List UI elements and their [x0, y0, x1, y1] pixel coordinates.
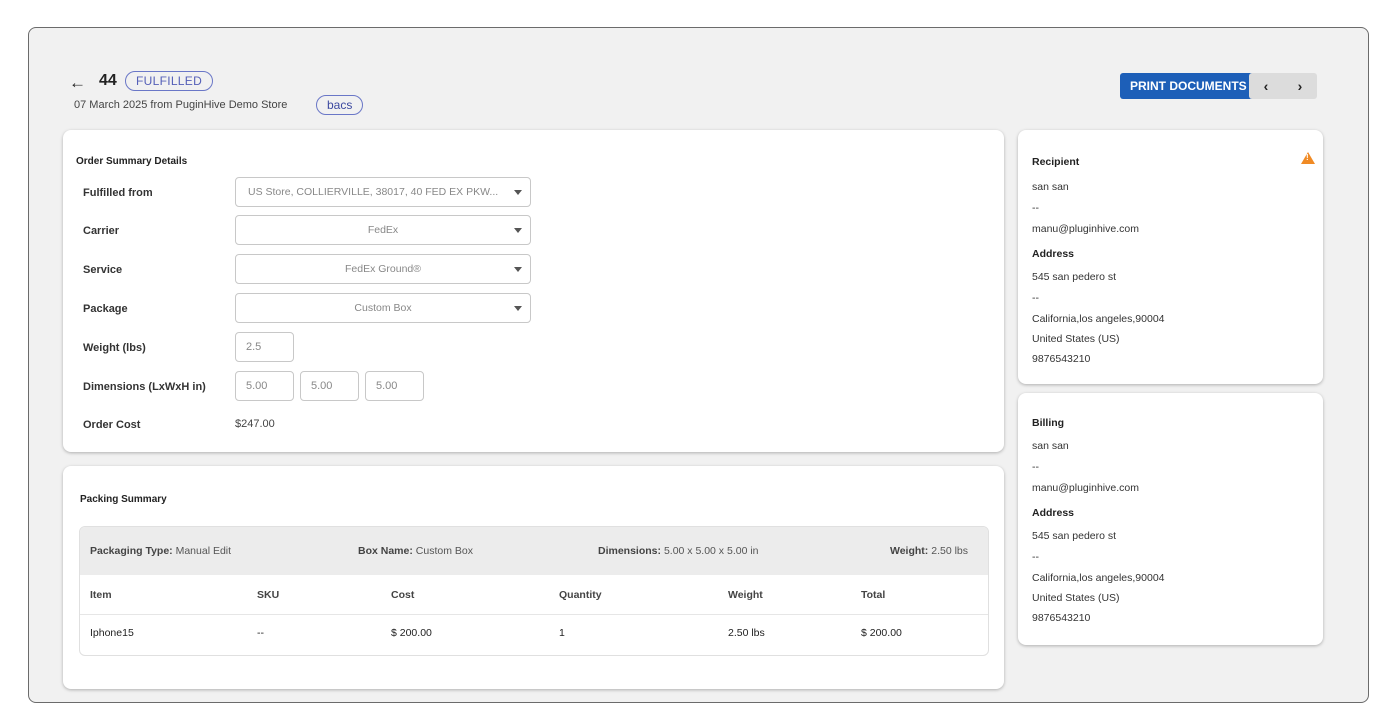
- col-header-cost: Cost: [391, 589, 415, 601]
- package-weight: Weight: 2.50 lbs: [890, 545, 969, 557]
- payment-badge: bacs: [316, 95, 364, 115]
- col-header-total: Total: [861, 589, 886, 601]
- billing-city: California,los angeles,90004: [1032, 572, 1165, 584]
- fulfilled-from-label: Fulfilled from: [83, 187, 153, 199]
- packing-table: Packaging Type: Manual Edit Box Name: Cu…: [79, 526, 989, 656]
- billing-address-label: Address: [1032, 507, 1075, 519]
- billing-email: manu@pluginhive.com: [1032, 482, 1139, 494]
- recipient-phone: 9876543210: [1032, 353, 1091, 365]
- order-summary-card: Order Summary Details Fulfilled from US …: [63, 130, 1004, 452]
- col-header-weight: Weight: [728, 589, 763, 601]
- service-select[interactable]: FedEx Ground®: [235, 254, 531, 284]
- packing-info-bar: Packaging Type: Manual Edit Box Name: Cu…: [80, 527, 988, 575]
- billing-phone: 9876543210: [1032, 612, 1091, 624]
- weight-label: Weight (lbs): [83, 342, 146, 354]
- dropdown-arrow-icon: [514, 228, 522, 233]
- length-input[interactable]: 5.00: [235, 371, 294, 401]
- package-dimensions: Dimensions: 5.00 x 5.00 x 5.00 in: [598, 545, 759, 557]
- service-label: Service: [83, 264, 123, 276]
- cell-total: $ 200.00: [861, 627, 902, 639]
- service-value: FedEx Ground®: [344, 263, 422, 275]
- recipient-country: United States (US): [1032, 333, 1120, 345]
- billing-title: Billing: [1032, 417, 1065, 429]
- cell-sku: --: [257, 627, 264, 639]
- carrier-select[interactable]: FedEx: [235, 215, 531, 245]
- recipient-company: --: [1032, 202, 1039, 214]
- col-header-sku: SKU: [257, 589, 280, 601]
- recipient-name: san san: [1032, 181, 1069, 193]
- cell-weight: 2.50 lbs: [728, 627, 765, 639]
- dropdown-arrow-icon: [514, 267, 522, 272]
- package-select[interactable]: Custom Box: [235, 293, 531, 323]
- height-input[interactable]: 5.00: [365, 371, 424, 401]
- packaging-type: Packaging Type: Manual Edit: [90, 545, 232, 557]
- col-header-quantity: Quantity: [559, 589, 602, 601]
- billing-company: --: [1032, 461, 1039, 473]
- dimensions-label: Dimensions (LxWxH in): [83, 381, 206, 393]
- weight-input[interactable]: 2.5: [235, 332, 294, 362]
- order-number: 44: [99, 72, 117, 89]
- billing-name: san san: [1032, 440, 1069, 452]
- cell-cost: $ 200.00: [391, 627, 432, 639]
- row-separator: [80, 614, 988, 615]
- print-documents-button[interactable]: PRINT DOCUMENTS: [1120, 73, 1257, 99]
- packing-summary-title: Packing Summary: [80, 494, 167, 505]
- fulfilled-from-select[interactable]: US Store, COLLIERVILLE, 38017, 40 FED EX…: [235, 177, 531, 207]
- package-label: Package: [83, 303, 128, 315]
- recipient-email: manu@pluginhive.com: [1032, 223, 1139, 235]
- status-badge: FULFILLED: [125, 71, 214, 91]
- order-header: ← 44 FULFILLED 07 March 2025 from PuginH…: [69, 68, 1359, 120]
- order-subtitle: 07 March 2025 from PuginHive Demo Store: [74, 99, 288, 111]
- billing-address-line1: 545 san pedero st: [1032, 530, 1117, 542]
- width-input[interactable]: 5.00: [300, 371, 359, 401]
- order-cost-label: Order Cost: [83, 419, 141, 431]
- box-name: Box Name: Custom Box: [358, 545, 473, 557]
- order-summary-title: Order Summary Details: [76, 156, 188, 167]
- recipient-card: Recipient ! san san -- manu@pluginhive.c…: [1018, 130, 1323, 384]
- package-value: Custom Box: [354, 302, 412, 314]
- billing-country: United States (US): [1032, 592, 1120, 604]
- dropdown-arrow-icon: [514, 190, 522, 195]
- recipient-title: Recipient: [1032, 156, 1080, 168]
- billing-address-line2: --: [1032, 551, 1039, 563]
- recipient-city: California,los angeles,90004: [1032, 313, 1165, 325]
- dropdown-arrow-icon: [514, 306, 522, 311]
- billing-card: Billing san san -- manu@pluginhive.com A…: [1018, 393, 1323, 645]
- recipient-address-line2: --: [1032, 292, 1039, 304]
- recipient-address-line1: 545 san pedero st: [1032, 271, 1117, 283]
- cell-quantity: 1: [559, 627, 565, 639]
- chevron-right-icon[interactable]: ›: [1298, 78, 1303, 94]
- recipient-address-label: Address: [1032, 248, 1075, 260]
- packing-summary-card: Packing Summary Packaging Type: Manual E…: [63, 466, 1004, 689]
- carrier-label: Carrier: [83, 225, 120, 237]
- carrier-value: FedEx: [367, 224, 399, 236]
- app-window: ← 44 FULFILLED 07 March 2025 from PuginH…: [28, 27, 1369, 703]
- fulfilled-from-value: US Store, COLLIERVILLE, 38017, 40 FED EX…: [248, 186, 499, 198]
- arrow-left-icon[interactable]: ←: [69, 73, 86, 93]
- pagination-group: ‹ ›: [1249, 73, 1317, 99]
- order-cost-value: $247.00: [235, 418, 275, 430]
- cell-item: Iphone15: [90, 627, 134, 639]
- col-header-item: Item: [90, 589, 112, 601]
- chevron-left-icon[interactable]: ‹: [1264, 78, 1269, 94]
- warning-mark: !: [1306, 153, 1309, 162]
